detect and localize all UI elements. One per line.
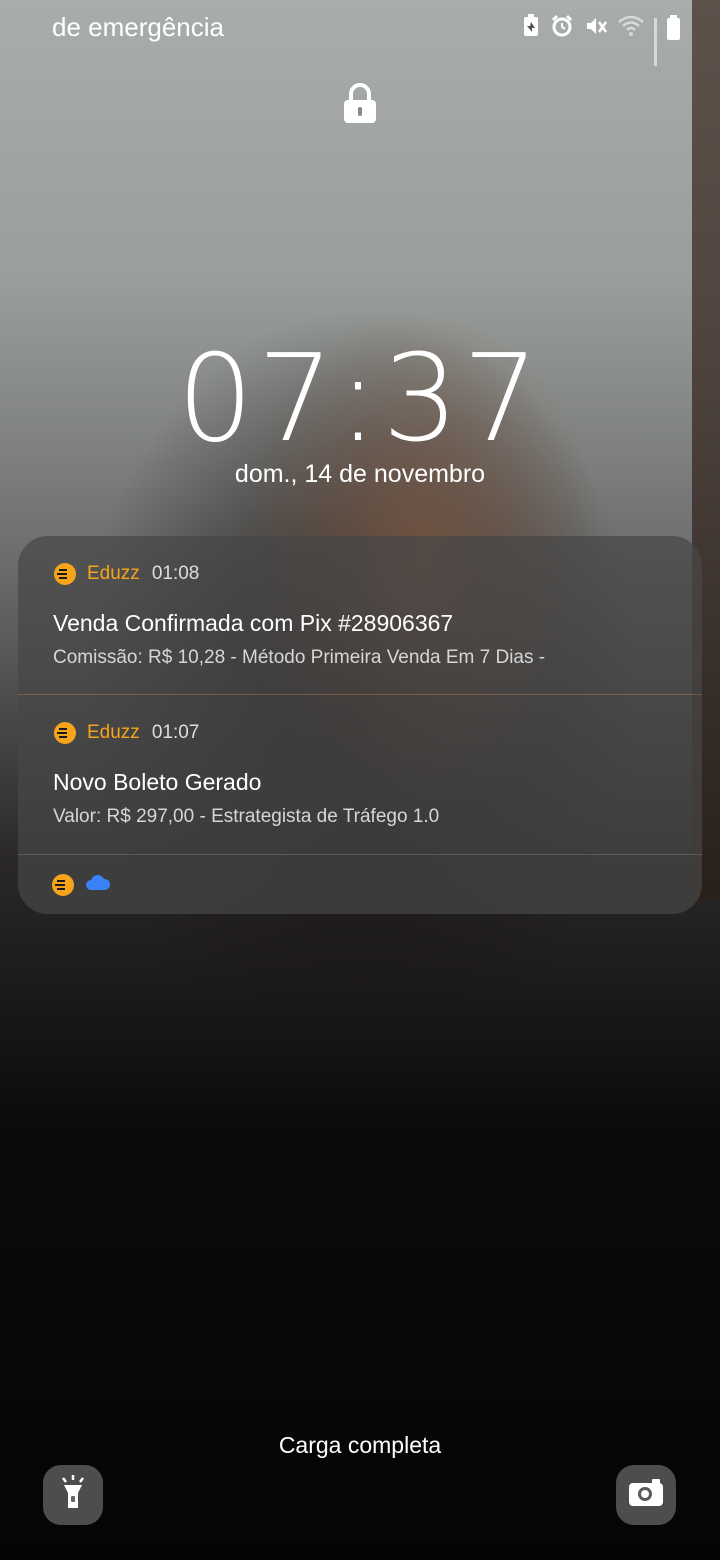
notification-title: Venda Confirmada com Pix #28906367 — [53, 610, 454, 636]
flashlight-shortcut-button[interactable] — [43, 1465, 103, 1525]
notification-body: Valor: R$ 297,00 - Estrategista de Tráfe… — [53, 806, 440, 827]
notification-panel: Eduzz 01:08 Venda Confirmada com Pix #28… — [18, 536, 702, 914]
battery-icon — [667, 15, 680, 40]
notification-app-name: Eduzz — [87, 722, 140, 743]
flashlight-icon — [58, 1474, 88, 1516]
eduzz-icon — [53, 562, 77, 586]
carrier-text: de emergência — [52, 12, 224, 42]
camera-icon — [628, 1478, 664, 1512]
battery-saver-icon — [522, 14, 540, 44]
status-bar: de emergência — [0, 0, 720, 66]
status-icons — [522, 14, 680, 66]
notification-app-name: Eduzz — [87, 563, 140, 584]
alarm-icon — [550, 14, 574, 44]
notification-title: Novo Boleto Gerado — [53, 769, 262, 795]
signal-icon — [654, 18, 657, 66]
cloud-icon — [85, 874, 111, 897]
wifi-icon — [618, 15, 644, 43]
notification-footer[interactable] — [18, 854, 702, 914]
notification-time: 01:08 — [151, 563, 200, 584]
camera-shortcut-button[interactable] — [616, 1465, 676, 1525]
eduzz-icon — [53, 721, 77, 745]
notification-time: 01:07 — [151, 722, 200, 743]
charging-status: Carga completa — [278, 1432, 442, 1458]
lock-icon[interactable] — [342, 82, 378, 124]
mute-icon — [584, 14, 608, 44]
clock-time: 07:37 — [177, 330, 543, 469]
notification-body: Comissão: R$ 10,28 - Método Primeira Ven… — [53, 647, 546, 668]
eduzz-icon — [51, 873, 75, 897]
notification-item[interactable]: Eduzz 01:08 Venda Confirmada com Pix #28… — [18, 536, 702, 694]
notification-item[interactable]: Eduzz 01:07 Novo Boleto Gerado Valor: R$… — [18, 694, 702, 854]
clock-date: dom., 14 de novembro — [234, 460, 486, 488]
